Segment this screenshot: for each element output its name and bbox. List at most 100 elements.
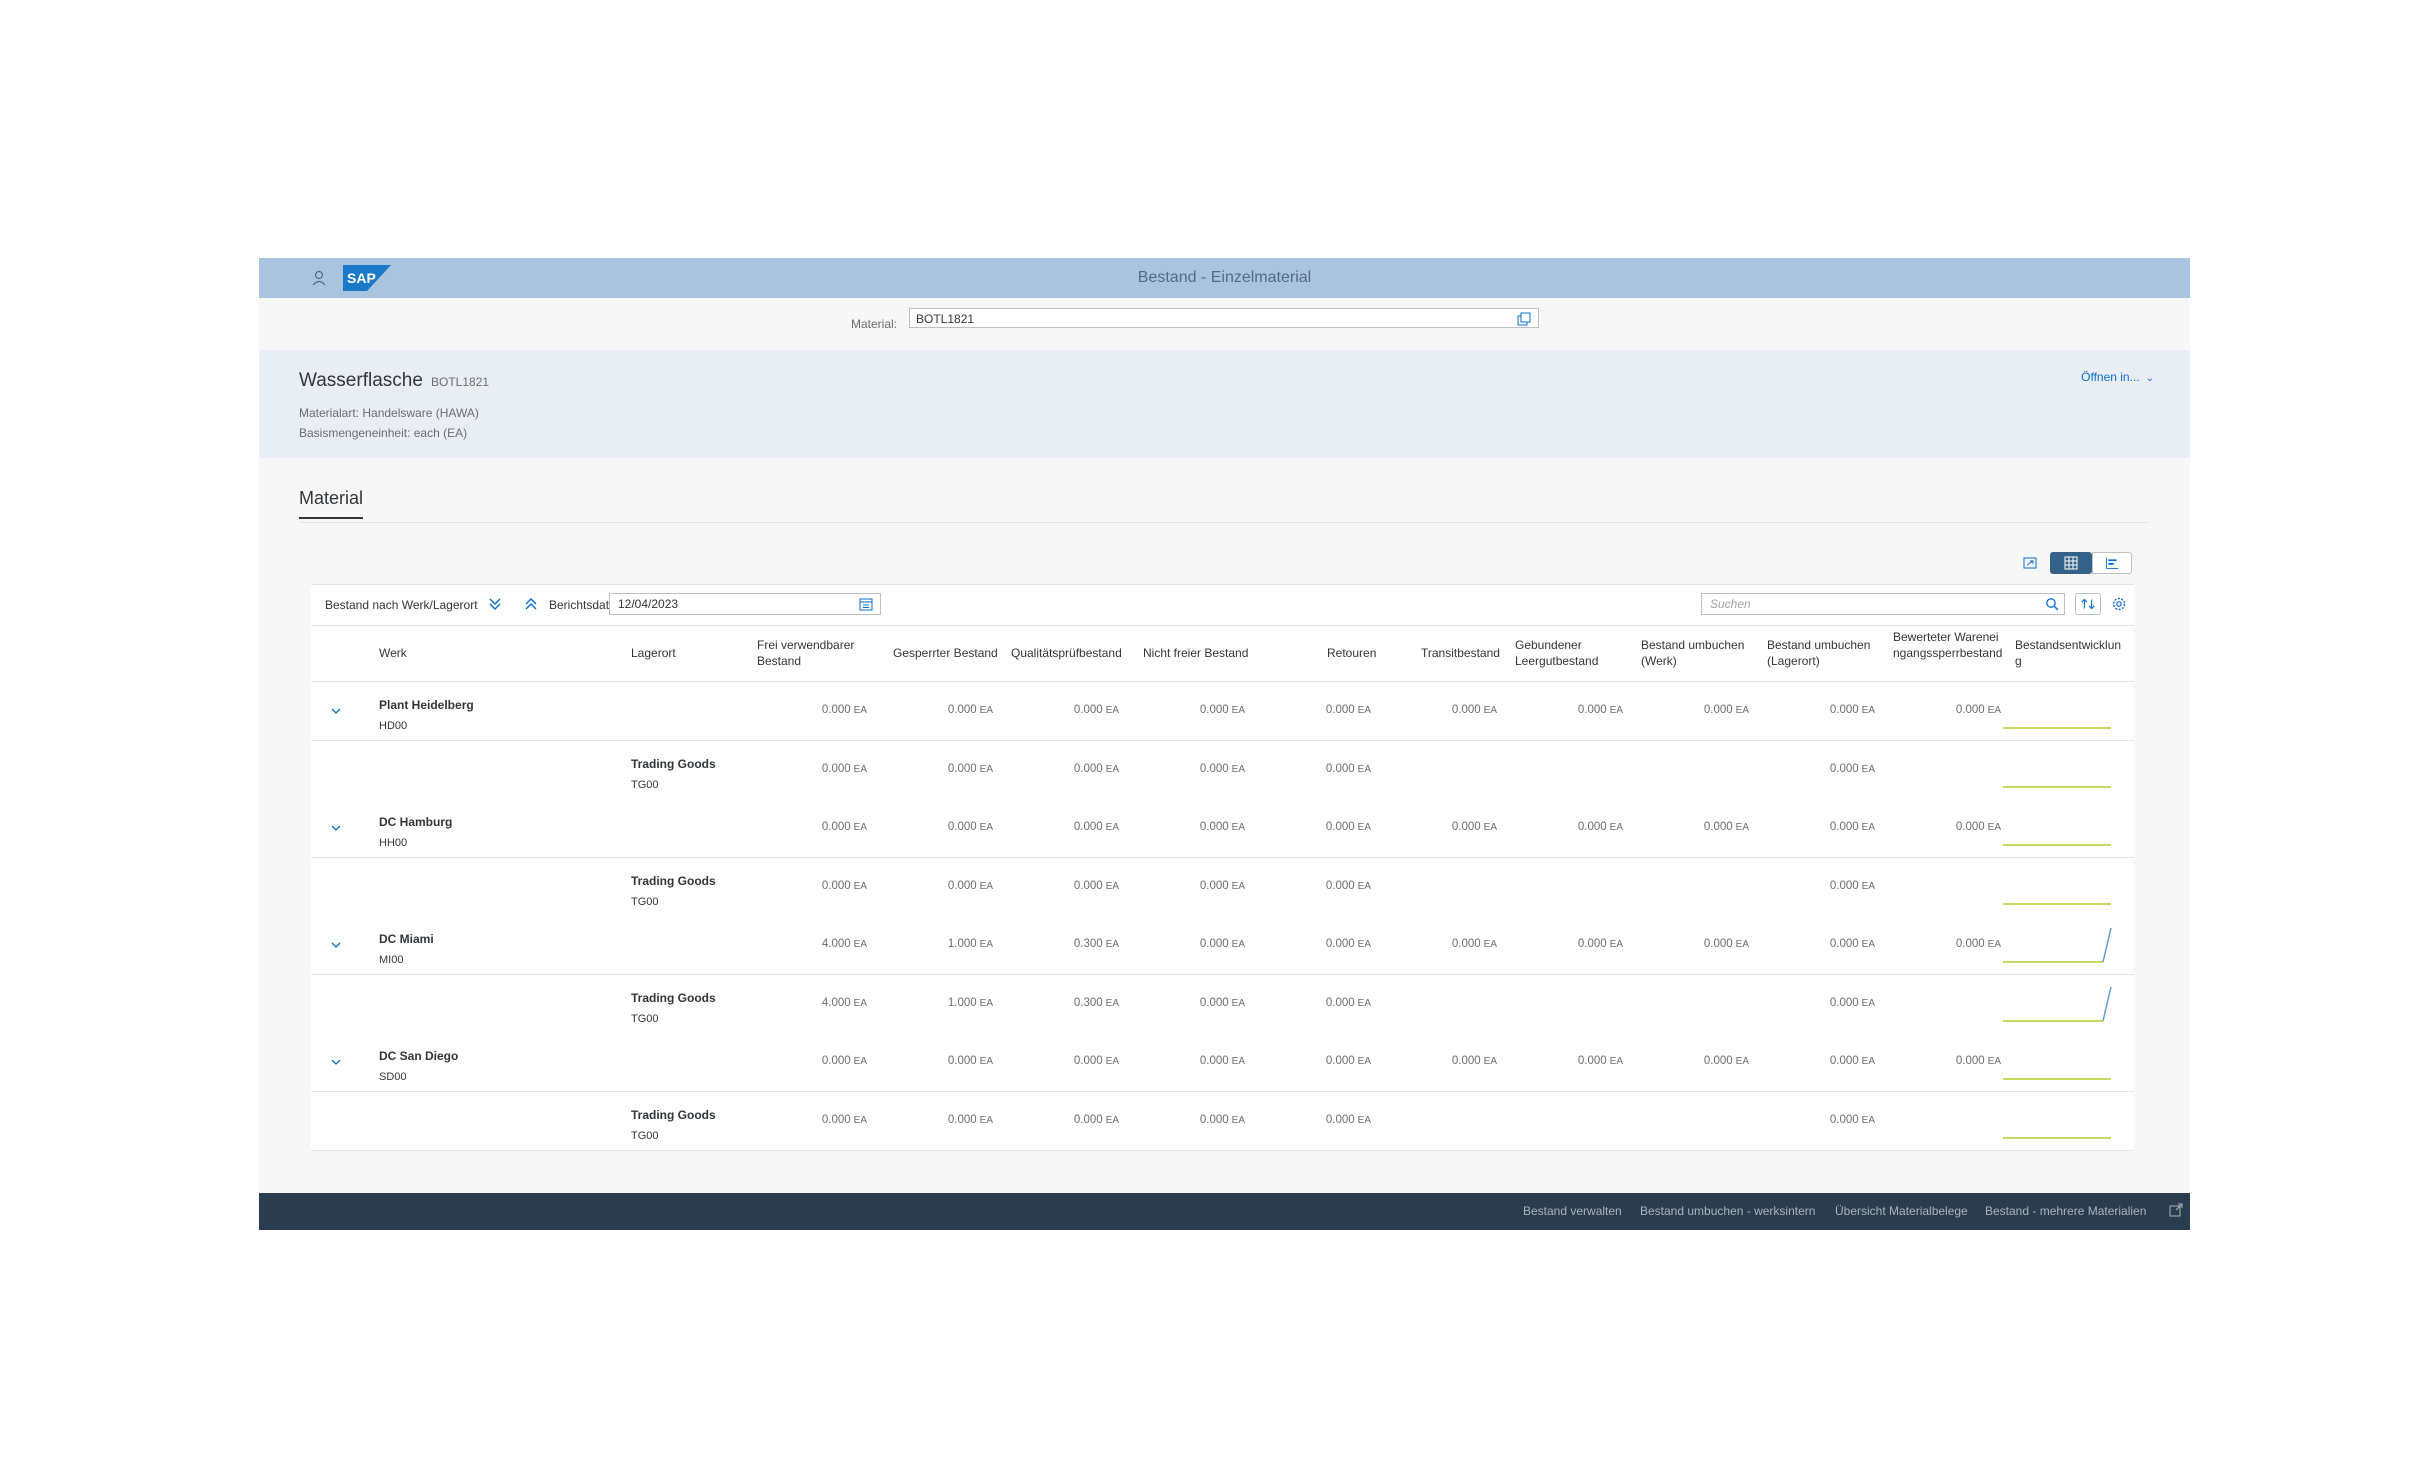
stock-trend-sparkline[interactable] — [2003, 983, 2113, 1023]
chevron-down-icon[interactable] — [329, 704, 343, 718]
cell-value: 0.000 — [1451, 938, 1481, 950]
cell-value: 0.000 — [1325, 996, 1355, 1009]
col-frei[interactable]: Frei verwendbarer Bestand — [757, 637, 867, 669]
stock-trend-sparkline[interactable] — [2003, 807, 2113, 847]
value-help-icon[interactable] — [1517, 312, 1531, 326]
cell-value: 0.000 — [1703, 1055, 1733, 1067]
cell-unit: EA — [979, 763, 993, 775]
footer-link-materialbelege[interactable]: Übersicht Materialbelege — [1835, 1204, 1968, 1218]
plant-name: DC Hamburg — [379, 815, 453, 829]
cell-value: 0.000 — [1829, 821, 1859, 833]
col-umb-lager[interactable]: Bestand umbuchen (Lagerort) — [1767, 637, 1877, 669]
cell-sperr: 0.000 EA — [1891, 704, 2001, 716]
stock-trend-sparkline[interactable] — [2003, 924, 2113, 964]
fullscreen-icon[interactable] — [2016, 552, 2044, 574]
table-row-plant[interactable]: DC Miami MI00 4.000 EA 1.000 EA 0.300 EA 0.000 EA… — [311, 916, 2134, 975]
cell-unit: EA — [853, 763, 867, 775]
cell-retouren: 0.000 EA — [1261, 938, 1371, 950]
chevron-down-icon[interactable] — [329, 1055, 343, 1069]
collapse-all-icon[interactable] — [523, 595, 539, 613]
col-leergut[interactable]: Gebundener Leergutbestand — [1515, 637, 1615, 669]
plant-name: DC Miami — [379, 932, 434, 946]
col-entwicklung[interactable]: Bestandsentwicklung — [2015, 637, 2125, 669]
chevron-down-icon[interactable] — [329, 821, 343, 835]
cell-value: 0.300 — [1073, 938, 1103, 950]
cell-unit: EA — [1861, 705, 1875, 716]
col-transit[interactable]: Transitbestand — [1421, 645, 1500, 661]
cell-value: 0.000 — [821, 1055, 851, 1067]
table-row-storage[interactable]: Trading Goods TG00 0.000 EA 0.000 EA 0.000 EA 0.… — [311, 1091, 2134, 1151]
cell-leergut: 0.000 EA — [1513, 821, 1623, 833]
footer-link-mehrere-materialien[interactable]: Bestand - mehrere Materialien — [1985, 1204, 2146, 1218]
cell-unit: EA — [853, 997, 867, 1009]
stock-trend-sparkline[interactable] — [2003, 1100, 2113, 1140]
cell-umb-werk: 0.000 EA — [1639, 938, 1749, 950]
table-row-plant[interactable]: DC San Diego SD00 0.000 EA 0.000 EA 0.000 EA 0.0… — [311, 1033, 2134, 1092]
table-title: Bestand nach Werk/Lagerort — [325, 598, 478, 612]
cell-frei: 0.000 EA — [757, 1114, 867, 1126]
cell-unit: EA — [1105, 1114, 1119, 1126]
settings-gear-icon[interactable] — [2111, 596, 2127, 612]
col-sperr[interactable]: Bewerteter Wareneingangssperrbestand — [1893, 629, 2005, 661]
shell-bar: SAP Bestand - Einzelmaterial — [259, 258, 2190, 298]
cell-value: 0.000 — [1829, 996, 1859, 1009]
cell-value: 0.000 — [1199, 938, 1229, 950]
table-row-storage[interactable]: Trading Goods TG00 0.000 EA 0.000 EA 0.000 EA 0.… — [311, 740, 2134, 800]
col-werk[interactable]: Werk — [379, 645, 407, 661]
tab-material[interactable]: Material — [299, 488, 364, 519]
cell-unit: EA — [1231, 705, 1245, 716]
open-in-button[interactable]: Öffnen in... ⌄ — [2081, 370, 2154, 384]
col-umb-werk[interactable]: Bestand umbuchen (Werk) — [1641, 637, 1751, 669]
stock-trend-sparkline[interactable] — [2003, 690, 2113, 730]
table-row-storage[interactable]: Trading Goods TG00 4.000 EA 1.000 EA 0.300 EA 0.… — [311, 974, 2134, 1034]
table-row-plant[interactable]: Plant Heidelberg HD00 0.000 EA 0.000 EA 0.000 E… — [311, 682, 2134, 741]
cell-value: 0.000 — [1325, 762, 1355, 775]
cell-frei: 0.000 EA — [757, 763, 867, 775]
search-input[interactable]: Suchen — [1701, 593, 2065, 615]
sort-icon[interactable] — [2075, 593, 2101, 615]
storage-location-name: Trading Goods — [631, 990, 716, 1005]
cell-unit: EA — [1357, 1056, 1371, 1067]
table-row-storage[interactable]: Trading Goods TG00 0.000 EA 0.000 EA 0.000 EA 0.… — [311, 857, 2134, 917]
stock-trend-sparkline[interactable] — [2003, 1041, 2113, 1081]
cell-unit: EA — [1609, 822, 1623, 833]
cell-transit: 0.000 EA — [1387, 938, 1497, 950]
search-icon[interactable] — [2045, 597, 2059, 611]
footer-link-umbuchen[interactable]: Bestand umbuchen - werksintern — [1640, 1204, 1815, 1218]
cell-value: 0.000 — [947, 821, 977, 833]
calendar-icon[interactable] — [859, 597, 873, 611]
expand-all-icon[interactable] — [487, 595, 503, 613]
cell-unit: EA — [1357, 763, 1371, 775]
cell-unit: EA — [1105, 1056, 1119, 1067]
app-title: Bestand - Einzelmaterial — [1137, 269, 1312, 286]
material-bar: Material: BOTL1821 — [259, 298, 2190, 350]
chevron-down-icon[interactable] — [329, 938, 343, 952]
cell-value: 1.000 — [947, 938, 977, 950]
cell-value: 0.000 — [821, 1113, 851, 1126]
col-gesperrt[interactable]: Gesperrter Bestand — [893, 645, 998, 661]
col-qualitaet[interactable]: Qualitätsprüfbestand — [1011, 645, 1122, 661]
report-date-input[interactable]: 12/04/2023 — [609, 593, 881, 615]
storage-location-name: Trading Goods — [631, 756, 716, 771]
footer-link-bestand-verwalten[interactable]: Bestand verwalten — [1523, 1204, 1622, 1218]
table-view-icon[interactable] — [2050, 552, 2092, 574]
col-lagerort[interactable]: Lagerort — [631, 645, 676, 661]
material-input[interactable]: BOTL1821 — [909, 308, 1539, 328]
cell-value: 0.000 — [821, 762, 851, 775]
stock-trend-sparkline[interactable] — [2003, 749, 2113, 789]
cell-leergut: 0.000 EA — [1513, 1055, 1623, 1067]
table-row-plant[interactable]: DC Hamburg HH00 0.000 EA 0.000 EA 0.000 EA 0.000… — [311, 799, 2134, 858]
cell-frei: 4.000 EA — [757, 938, 867, 950]
col-retouren[interactable]: Retouren — [1327, 645, 1376, 661]
external-link-icon[interactable] — [2169, 1203, 2183, 1217]
cell-unit: EA — [853, 822, 867, 833]
col-nichtfrei[interactable]: Nicht freier Bestand — [1143, 645, 1248, 661]
cell-qualitaet: 0.000 EA — [1009, 880, 1119, 892]
cell-unit: EA — [1105, 822, 1119, 833]
cell-value: 0.000 — [1829, 1113, 1859, 1126]
cell-nichtfrei: 0.000 EA — [1135, 997, 1245, 1009]
cell-value: 0.000 — [1703, 704, 1733, 716]
stock-trend-sparkline[interactable] — [2003, 866, 2113, 906]
cell-unit: EA — [1231, 997, 1245, 1009]
chart-view-icon[interactable] — [2092, 552, 2132, 574]
